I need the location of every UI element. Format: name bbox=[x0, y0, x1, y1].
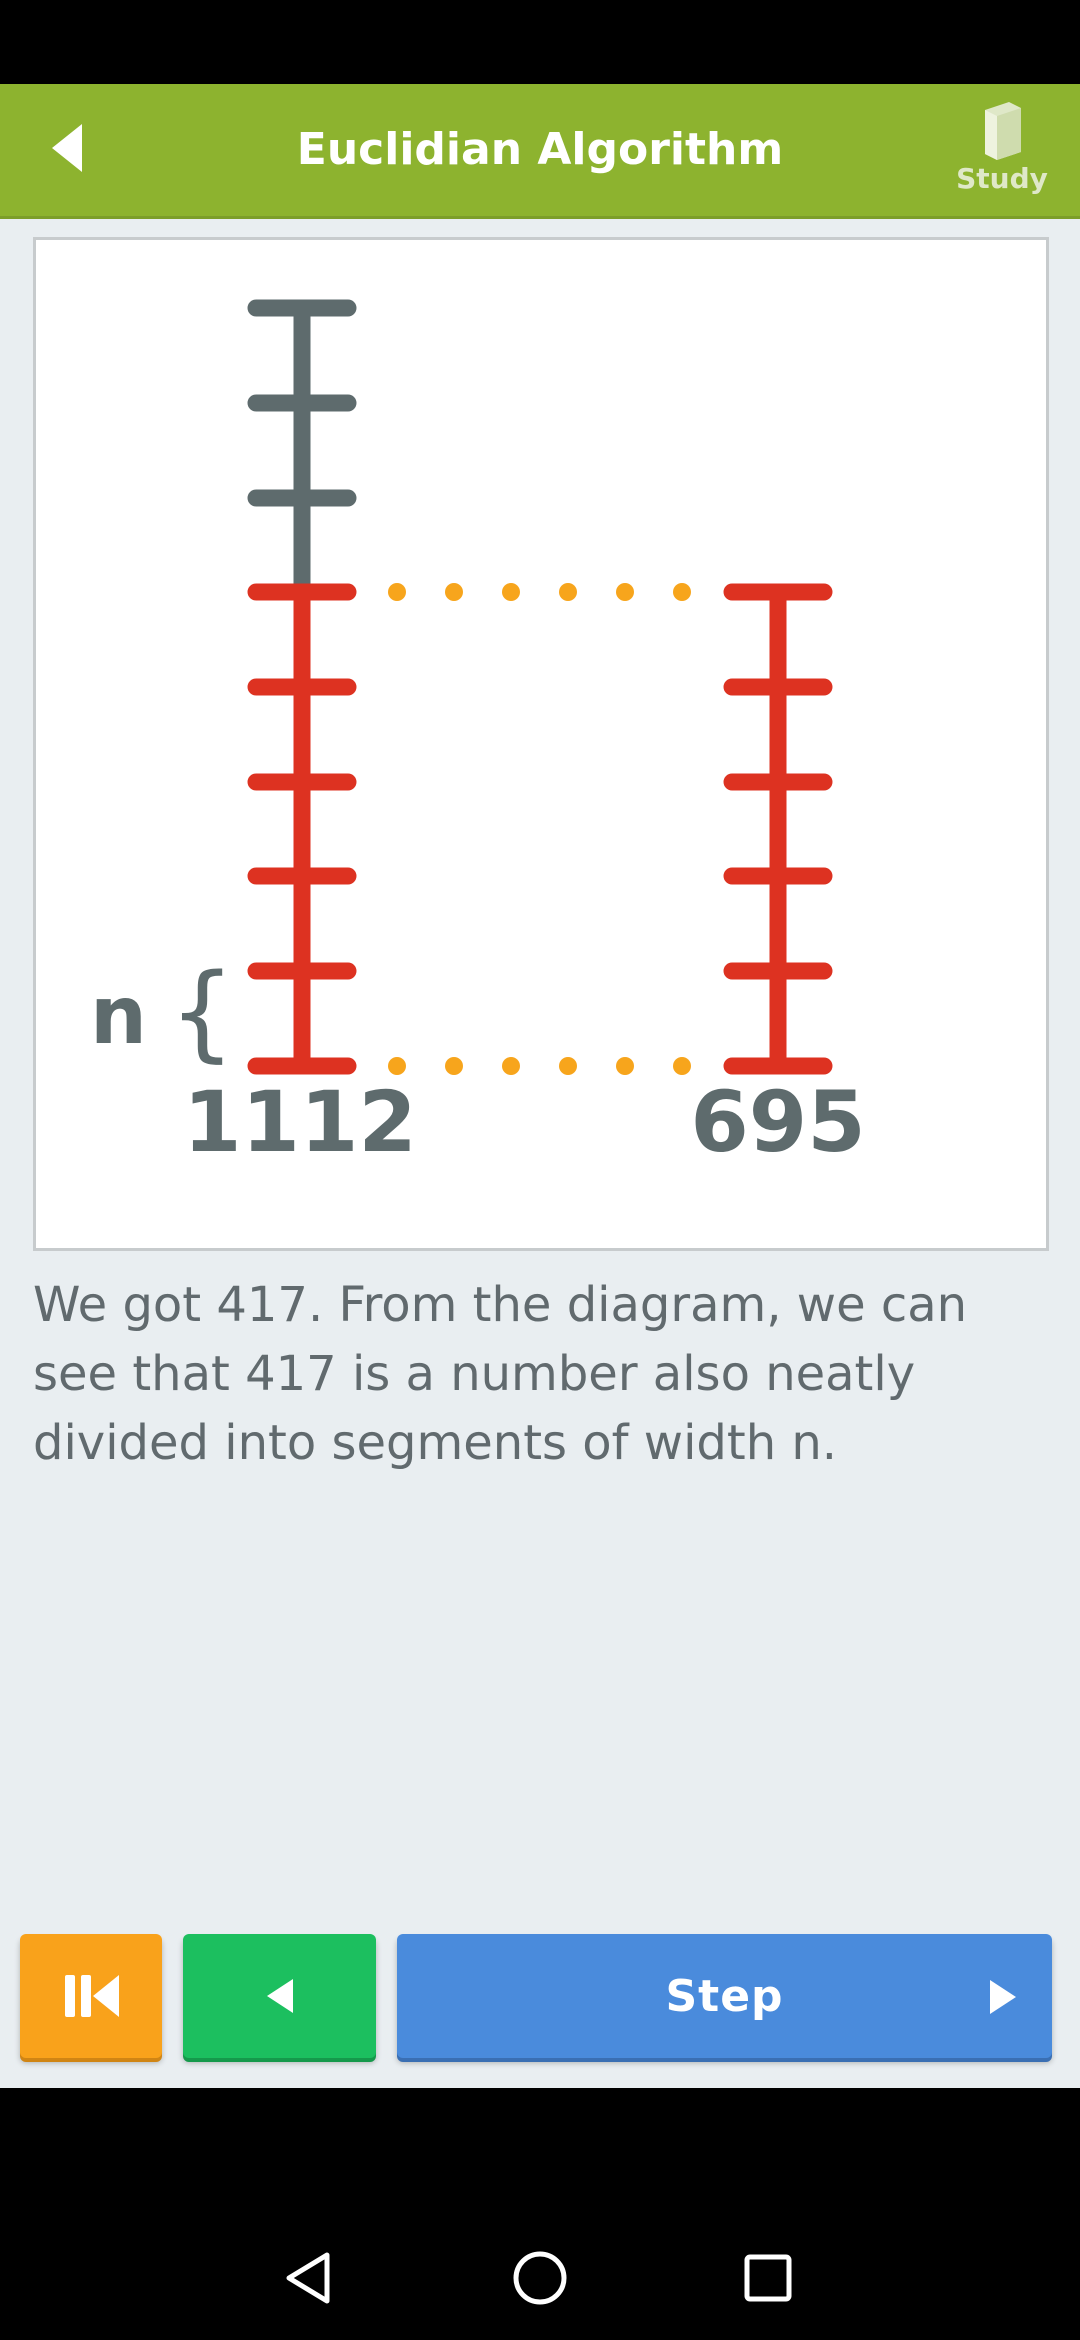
nav-home-icon bbox=[513, 2251, 567, 2305]
connector-dot bbox=[445, 583, 463, 601]
diagram-card: n { 1112 695 bbox=[33, 237, 1049, 1251]
nav-recents-icon bbox=[744, 2254, 792, 2302]
study-label: Study bbox=[956, 162, 1048, 195]
study-button[interactable]: Study bbox=[950, 100, 1054, 204]
segment-label: n bbox=[90, 969, 147, 1062]
main-content: n { 1112 695 We got 417. From the diagra… bbox=[0, 219, 1080, 2088]
rewind-button[interactable] bbox=[20, 1934, 162, 2058]
euclid-diagram: n { 1112 695 bbox=[90, 299, 866, 1171]
connector-dot bbox=[502, 1057, 520, 1075]
connector-dot bbox=[673, 1057, 691, 1075]
status-bar bbox=[0, 0, 1080, 84]
nav-home-button[interactable] bbox=[500, 2238, 580, 2318]
connector-dot bbox=[502, 583, 520, 601]
right-value-label: 695 bbox=[690, 1073, 865, 1171]
connector-dot bbox=[559, 583, 577, 601]
nav-back-icon bbox=[286, 2252, 330, 2304]
connector-dot bbox=[616, 1057, 634, 1075]
back-button[interactable] bbox=[24, 106, 108, 190]
connector-dot bbox=[616, 583, 634, 601]
app-bar: Euclidian Algorithm Study bbox=[0, 84, 1080, 219]
play-right-icon bbox=[990, 1980, 1016, 2014]
book-icon bbox=[985, 102, 1021, 160]
connector-dot bbox=[673, 583, 691, 601]
step-button-label: Step bbox=[665, 1970, 784, 2022]
skip-to-start-icon bbox=[65, 1975, 119, 2017]
system-nav-bar bbox=[0, 2088, 1080, 2340]
nav-recents-button[interactable] bbox=[728, 2238, 808, 2318]
connector-dot bbox=[559, 1057, 577, 1075]
explanation-text: We got 417. From the diagram, we can see… bbox=[33, 1277, 968, 1471]
left-value-label: 1112 bbox=[183, 1073, 417, 1171]
step-button[interactable]: Step bbox=[397, 1934, 1052, 2058]
back-arrow-icon bbox=[52, 124, 82, 172]
play-left-icon bbox=[266, 1979, 293, 2013]
segment-brace: { bbox=[169, 951, 235, 1073]
connector-dot bbox=[445, 1057, 463, 1075]
connector-dot bbox=[388, 583, 406, 601]
page-title: Euclidian Algorithm bbox=[296, 124, 784, 175]
previous-button[interactable] bbox=[183, 1934, 376, 2058]
nav-back-button[interactable] bbox=[268, 2238, 348, 2318]
